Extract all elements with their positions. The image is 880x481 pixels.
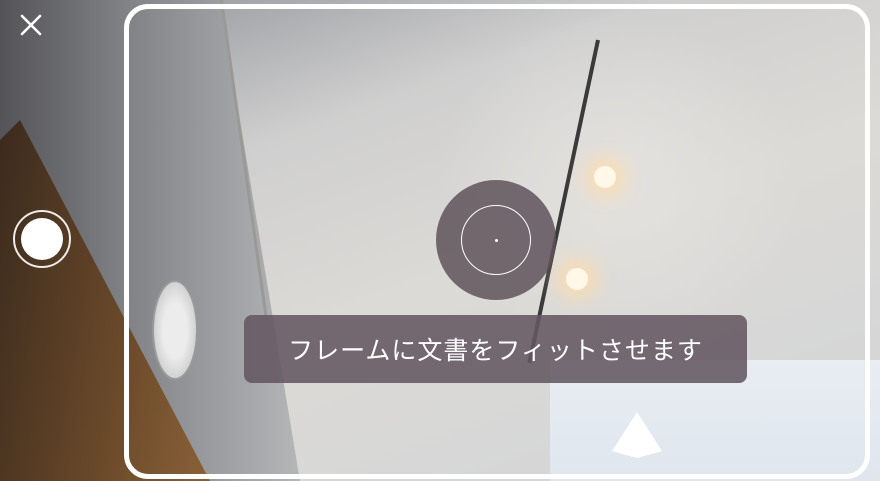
- focus-center-dot: [494, 238, 498, 242]
- shutter-icon: [21, 218, 63, 260]
- close-icon: [20, 14, 42, 36]
- preview-lamp: [566, 268, 588, 290]
- close-button[interactable]: [14, 10, 48, 40]
- preview-wall-clock: [152, 280, 198, 380]
- focus-reticle-icon: [461, 205, 531, 275]
- preview-lamp: [594, 166, 616, 188]
- focus-indicator: [436, 180, 556, 300]
- camera-screen: フレームに文書をフィットさせます: [0, 0, 880, 481]
- shutter-button[interactable]: [13, 210, 71, 268]
- fit-document-hint: フレームに文書をフィットさせます: [244, 315, 747, 383]
